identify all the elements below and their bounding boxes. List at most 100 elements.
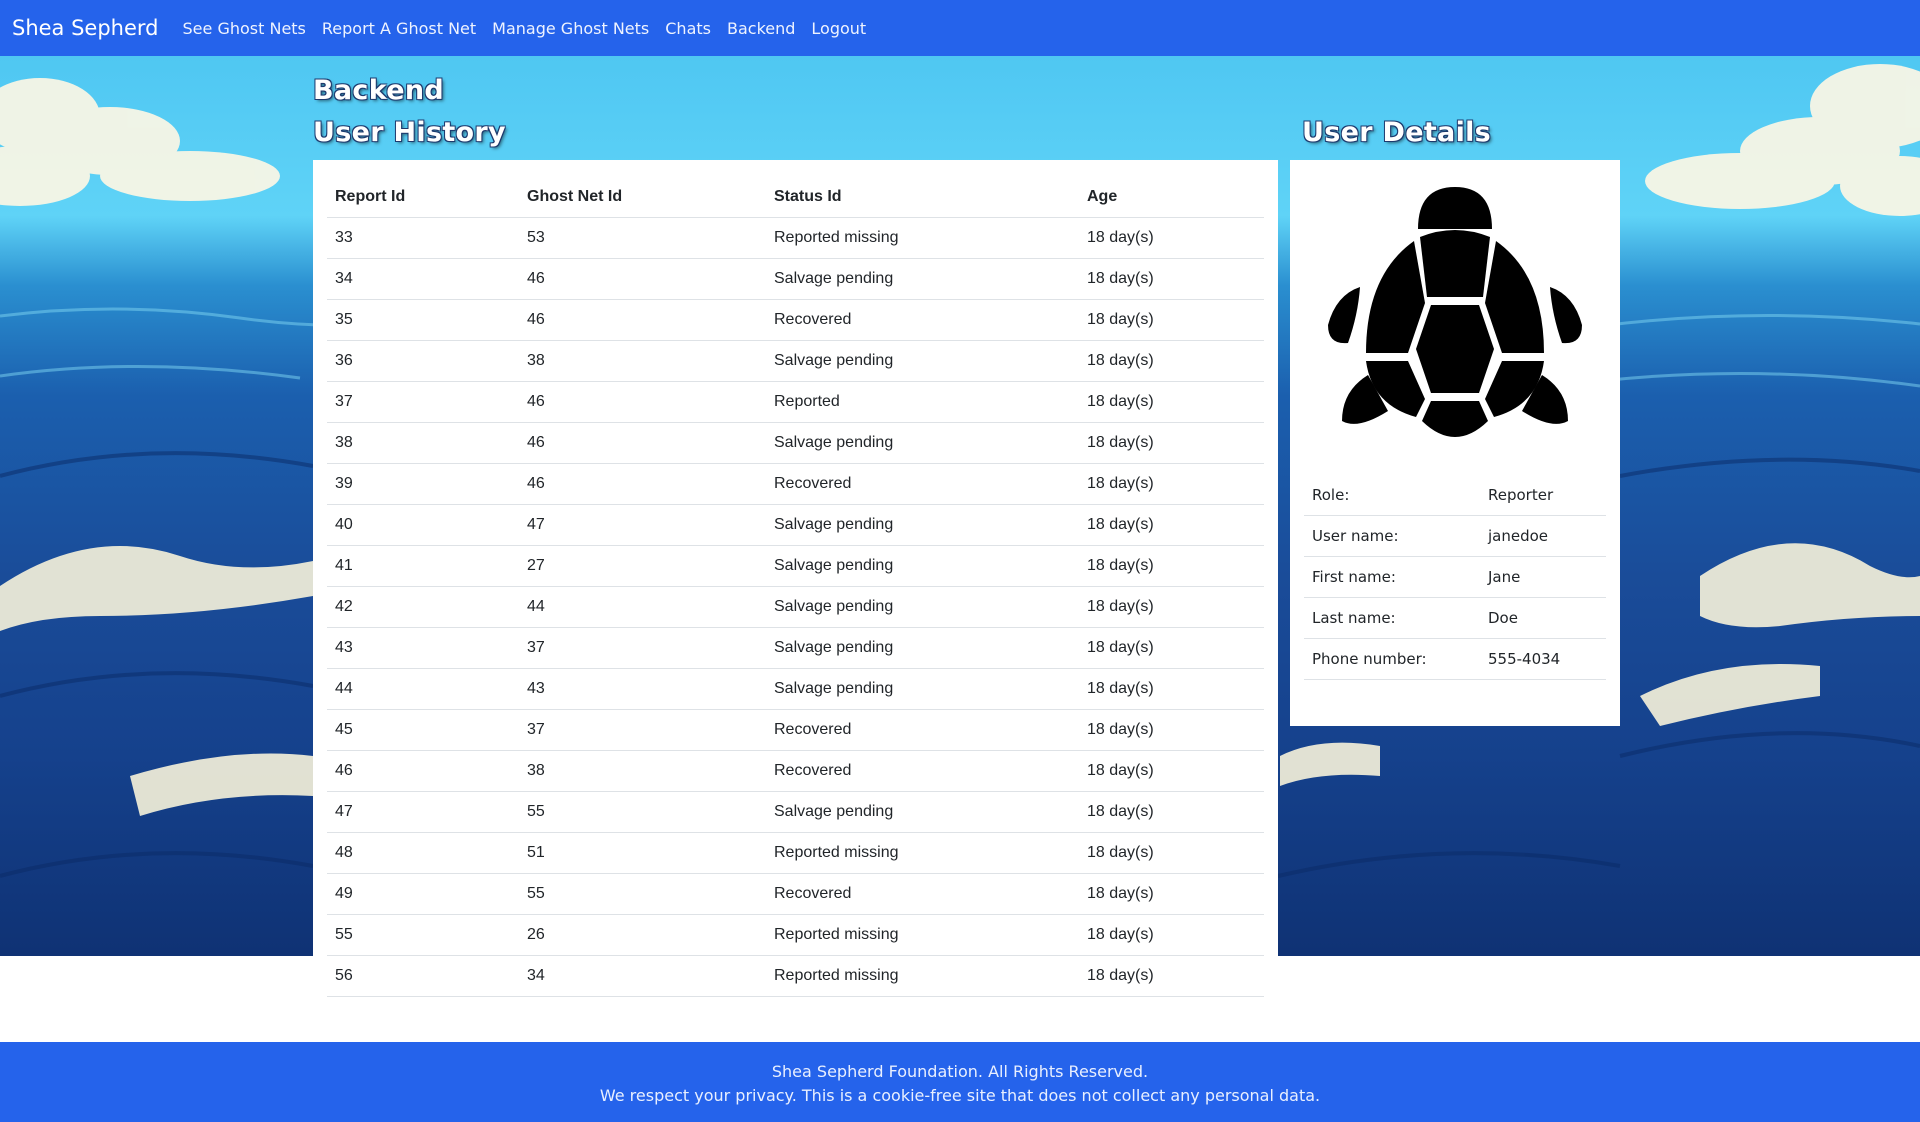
cell-report-id: 56: [327, 955, 519, 997]
cell-status-id: Salvage pending: [766, 791, 1079, 833]
cell-age: 18 day(s): [1079, 545, 1264, 587]
detail-value: janedoe: [1480, 515, 1606, 557]
brand-link[interactable]: Shea Sepherd: [12, 16, 159, 40]
cell-ghost-net-id: 43: [519, 668, 766, 710]
cell-age: 18 day(s): [1079, 832, 1264, 874]
cell-ghost-net-id: 55: [519, 873, 766, 915]
cell-report-id: 42: [327, 586, 519, 628]
table-row: 49 55 Recovered 18 day(s): [327, 873, 1264, 915]
user-details-table: Role: Reporter User name: janedoe First …: [1304, 475, 1606, 680]
detail-row-first-name: First name: Jane: [1304, 556, 1606, 598]
cell-status-id: Recovered: [766, 750, 1079, 792]
detail-value: Doe: [1480, 597, 1606, 639]
cell-age: 18 day(s): [1079, 258, 1264, 300]
cell-ghost-net-id: 44: [519, 586, 766, 628]
user-history-table: Report Id Ghost Net Id Status Id Age 33 5…: [327, 176, 1264, 997]
cell-age: 18 day(s): [1079, 955, 1264, 997]
nav-link-report-ghost-net[interactable]: Report A Ghost Net: [322, 19, 476, 38]
cell-report-id: 44: [327, 668, 519, 710]
user-details-panel: Role: Reporter User name: janedoe First …: [1290, 160, 1620, 726]
cell-ghost-net-id: 51: [519, 832, 766, 874]
page-title: Backend: [313, 75, 444, 106]
nav-link-backend[interactable]: Backend: [727, 19, 795, 38]
cell-ghost-net-id: 34: [519, 955, 766, 997]
table-row: 43 37 Salvage pending 18 day(s): [327, 627, 1264, 669]
nav-link-chats[interactable]: Chats: [665, 19, 711, 38]
cell-age: 18 day(s): [1079, 463, 1264, 505]
cell-report-id: 48: [327, 832, 519, 874]
table-row: 42 44 Salvage pending 18 day(s): [327, 586, 1264, 628]
table-row: 36 38 Salvage pending 18 day(s): [327, 340, 1264, 382]
detail-label: Last name:: [1304, 597, 1480, 639]
table-row: 40 47 Salvage pending 18 day(s): [327, 504, 1264, 546]
cell-status-id: Recovered: [766, 709, 1079, 751]
cell-report-id: 49: [327, 873, 519, 915]
cell-ghost-net-id: 46: [519, 381, 766, 423]
column-header-status-id: Status Id: [766, 176, 1079, 218]
table-row: 38 46 Salvage pending 18 day(s): [327, 422, 1264, 464]
cell-age: 18 day(s): [1079, 340, 1264, 382]
cell-status-id: Salvage pending: [766, 258, 1079, 300]
cell-age: 18 day(s): [1079, 217, 1264, 259]
cell-report-id: 38: [327, 422, 519, 464]
cell-status-id: Salvage pending: [766, 422, 1079, 464]
cell-status-id: Reported: [766, 381, 1079, 423]
table-row: 37 46 Reported 18 day(s): [327, 381, 1264, 423]
cell-age: 18 day(s): [1079, 586, 1264, 628]
nav-link-see-ghost-nets[interactable]: See Ghost Nets: [183, 19, 306, 38]
detail-value: 555-4034: [1480, 638, 1606, 680]
cell-age: 18 day(s): [1079, 299, 1264, 341]
cell-ghost-net-id: 37: [519, 627, 766, 669]
footer-copyright: Shea Sepherd Foundation. All Rights Rese…: [771, 1062, 1149, 1081]
column-header-report-id: Report Id: [327, 176, 519, 218]
cell-age: 18 day(s): [1079, 750, 1264, 792]
nav-link-manage-ghost-nets[interactable]: Manage Ghost Nets: [492, 19, 649, 38]
cell-age: 18 day(s): [1079, 381, 1264, 423]
cell-age: 18 day(s): [1079, 504, 1264, 546]
cell-age: 18 day(s): [1079, 873, 1264, 915]
detail-label: Phone number:: [1304, 638, 1480, 680]
table-row: 56 34 Reported missing 18 day(s): [327, 955, 1264, 997]
cell-report-id: 36: [327, 340, 519, 382]
cell-report-id: 40: [327, 504, 519, 546]
column-header-age: Age: [1079, 176, 1264, 218]
cell-status-id: Salvage pending: [766, 668, 1079, 710]
cell-report-id: 41: [327, 545, 519, 587]
table-row: 39 46 Recovered 18 day(s): [327, 463, 1264, 505]
cell-ghost-net-id: 53: [519, 217, 766, 259]
cell-report-id: 47: [327, 791, 519, 833]
table-row: 44 43 Salvage pending 18 day(s): [327, 668, 1264, 710]
cell-status-id: Salvage pending: [766, 340, 1079, 382]
cell-ghost-net-id: 26: [519, 914, 766, 956]
cell-ghost-net-id: 46: [519, 258, 766, 300]
user-history-rows: 33 53 Reported missing 18 day(s) 34 46 Salvage…: [327, 217, 1264, 997]
cell-age: 18 day(s): [1079, 422, 1264, 464]
detail-row-last-name: Last name: Doe: [1304, 597, 1606, 639]
table-row: 33 53 Reported missing 18 day(s): [327, 217, 1264, 259]
cell-ghost-net-id: 46: [519, 422, 766, 464]
cell-age: 18 day(s): [1079, 709, 1264, 751]
cell-age: 18 day(s): [1079, 914, 1264, 956]
cell-report-id: 45: [327, 709, 519, 751]
cell-status-id: Recovered: [766, 463, 1079, 505]
nav-link-logout[interactable]: Logout: [811, 19, 866, 38]
detail-label: User name:: [1304, 515, 1480, 557]
detail-label: First name:: [1304, 556, 1480, 598]
cell-report-id: 34: [327, 258, 519, 300]
table-row: 41 27 Salvage pending 18 day(s): [327, 545, 1264, 587]
detail-row-user-name: User name: janedoe: [1304, 515, 1606, 557]
table-row: 48 51 Reported missing 18 day(s): [327, 832, 1264, 874]
cell-age: 18 day(s): [1079, 627, 1264, 669]
cell-status-id: Salvage pending: [766, 586, 1079, 628]
cell-status-id: Reported missing: [766, 217, 1079, 259]
cell-report-id: 43: [327, 627, 519, 669]
turtle-icon: [1328, 187, 1582, 437]
cell-ghost-net-id: 38: [519, 340, 766, 382]
detail-row-phone-number: Phone number: 555-4034: [1304, 638, 1606, 680]
cell-ghost-net-id: 38: [519, 750, 766, 792]
table-row: 55 26 Reported missing 18 day(s): [327, 914, 1264, 956]
table-row: 34 46 Salvage pending 18 day(s): [327, 258, 1264, 300]
cell-status-id: Recovered: [766, 873, 1079, 915]
cell-ghost-net-id: 27: [519, 545, 766, 587]
column-header-ghost-net-id: Ghost Net Id: [519, 176, 766, 218]
